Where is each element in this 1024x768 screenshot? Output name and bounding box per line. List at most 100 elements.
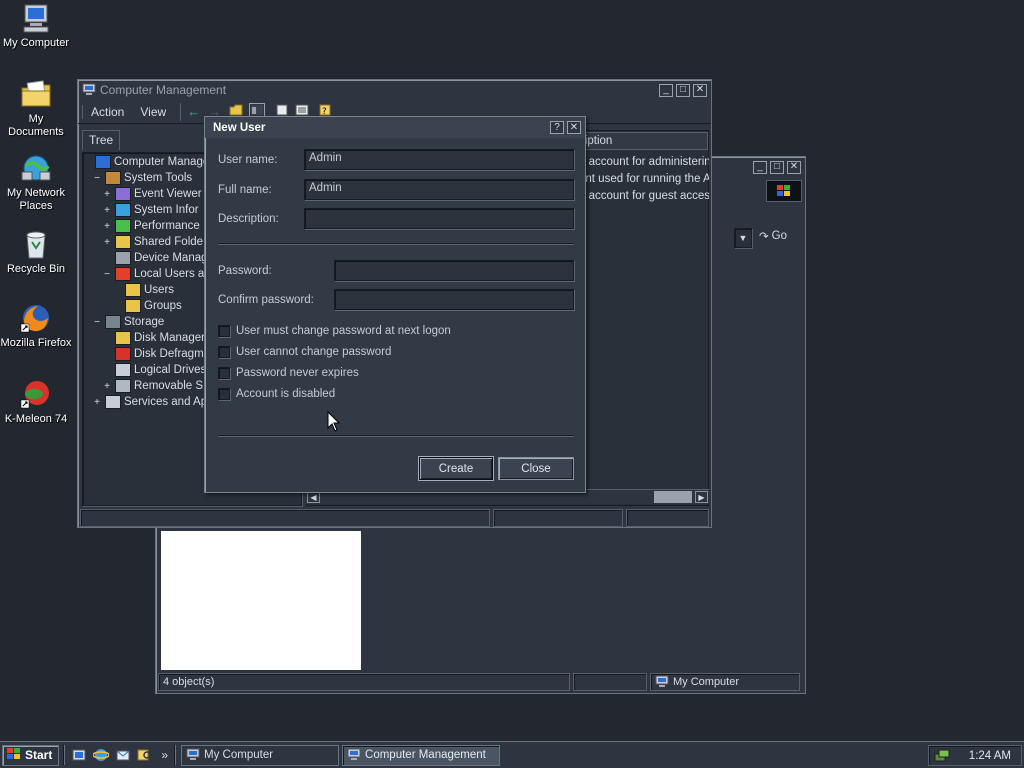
desktop-icon-my-documents[interactable]: My Documents — [0, 78, 72, 139]
cm-title: Computer Management — [100, 83, 227, 97]
description-cell: n account for administerin — [579, 156, 709, 168]
checkbox[interactable] — [218, 367, 230, 379]
tools-icon — [105, 171, 121, 185]
desktop-icon-my-computer[interactable]: My Computer — [0, 2, 72, 50]
go-label: Go — [771, 230, 787, 242]
removable-icon — [115, 379, 131, 393]
checkbox-must-change-password[interactable]: User must change password at next logon — [218, 325, 451, 337]
username-field[interactable]: Admin — [304, 149, 574, 170]
folder-icon — [125, 283, 141, 297]
computer-icon — [95, 155, 111, 169]
password-field[interactable] — [334, 260, 574, 281]
clock[interactable]: 1:24 AM — [969, 750, 1011, 762]
close-button[interactable]: ✕ — [787, 160, 801, 174]
address-dropdown-button[interactable]: ▼ — [734, 228, 752, 248]
internet-explorer-icon[interactable] — [92, 747, 111, 763]
scroll-right-button[interactable]: ▶ — [695, 491, 708, 503]
create-button[interactable]: Create — [419, 457, 493, 480]
expand-icon[interactable]: + — [102, 237, 112, 248]
search-icon[interactable] — [137, 747, 155, 763]
desktop-icon-label: Recycle Bin — [6, 263, 66, 275]
computer-icon — [186, 748, 200, 763]
mouse-cursor-icon — [327, 410, 341, 436]
help-button[interactable]: ? — [550, 121, 564, 134]
new-user-dialog[interactable]: New User ? ✕ User name: Admin Full name:… — [204, 116, 586, 493]
close-button[interactable]: Close — [498, 457, 574, 480]
checkbox[interactable] — [218, 388, 230, 400]
quicklaunch-more-icon[interactable]: » — [161, 748, 168, 762]
toolbar-separator — [180, 102, 182, 121]
checkbox-account-disabled[interactable]: Account is disabled — [218, 388, 335, 400]
dialog-titlebar[interactable]: New User ? ✕ — [205, 117, 585, 138]
desktop-icon-my-network-places[interactable]: My Network Places — [0, 152, 72, 213]
menu-view[interactable]: View — [132, 105, 174, 119]
status-empty-cell — [573, 673, 647, 691]
users-icon — [115, 267, 131, 281]
collapse-icon[interactable]: − — [102, 269, 112, 280]
desktop-icon-recycle-bin[interactable]: Recycle Bin — [0, 228, 72, 276]
desktop-icon-k-meleon[interactable]: K-Meleon 74 — [0, 378, 72, 426]
description-list: n account for administerin unt used for … — [579, 154, 709, 205]
computer-management-icon — [82, 83, 96, 98]
cm-titlebar[interactable]: Computer Management _ □ ✕ — [78, 80, 711, 100]
tree-item-label: System Infor — [134, 204, 199, 216]
checkbox[interactable] — [218, 325, 230, 337]
maximize-button[interactable]: □ — [676, 83, 690, 97]
back-arrow-icon[interactable]: ← — [187, 104, 200, 119]
tab-tree[interactable]: Tree — [82, 130, 121, 150]
dialog-close-button[interactable]: ✕ — [567, 121, 581, 134]
folder-icon — [20, 78, 52, 110]
network-icon — [20, 152, 52, 184]
firefox-icon — [20, 302, 52, 334]
chevron-down-icon: ▼ — [738, 233, 748, 243]
task-label: Computer Management — [365, 749, 486, 761]
desktop-icon-label: My Computer — [2, 37, 70, 49]
start-button[interactable]: Start — [2, 744, 60, 766]
expand-icon[interactable]: + — [102, 205, 112, 216]
scroll-thumb[interactable] — [654, 491, 692, 503]
tree-item-label: Disk Manager — [134, 332, 205, 344]
system-info-icon — [115, 203, 131, 217]
collapse-icon[interactable]: − — [92, 317, 102, 328]
minimize-button[interactable]: _ — [659, 83, 673, 97]
checkbox-cannot-change-password[interactable]: User cannot change password — [218, 346, 391, 358]
username-label: User name: — [218, 154, 278, 166]
event-viewer-icon — [115, 187, 131, 201]
expand-icon[interactable]: + — [102, 381, 112, 392]
go-button[interactable]: ↷ Go — [759, 229, 787, 243]
desktop-icon-label: Mozilla Firefox — [0, 337, 72, 349]
shared-folder-icon — [115, 235, 131, 249]
expand-icon[interactable]: + — [102, 189, 112, 200]
minimize-button[interactable]: _ — [753, 160, 767, 174]
computer-icon — [655, 675, 669, 690]
services-icon — [105, 395, 121, 409]
collapse-icon[interactable]: − — [92, 173, 102, 184]
desktop-icon-mozilla-firefox[interactable]: Mozilla Firefox — [0, 302, 72, 350]
expand-icon[interactable]: + — [92, 397, 102, 408]
description-field[interactable] — [304, 208, 574, 229]
confirm-password-field[interactable] — [334, 289, 574, 310]
task-my-computer[interactable]: My Computer — [181, 744, 340, 766]
go-arrow-icon: ↷ — [759, 231, 769, 243]
desktop-icon-label: My Network Places — [6, 187, 66, 212]
recycle-bin-icon — [20, 228, 52, 260]
show-desktop-icon[interactable] — [71, 747, 89, 763]
network-tray-icon[interactable] — [934, 748, 950, 767]
description-column-header[interactable]: ription — [577, 132, 708, 150]
checkbox-label: Password never expires — [236, 367, 359, 379]
explorer-content-pane[interactable] — [161, 531, 361, 670]
confirm-password-label: Confirm password: — [218, 294, 314, 306]
close-button[interactable]: ✕ — [693, 83, 707, 97]
fullname-label: Full name: — [218, 184, 272, 196]
fullname-field[interactable]: Admin — [304, 179, 574, 200]
menu-action[interactable]: Action — [82, 104, 132, 119]
checkbox-password-never-expires[interactable]: Password never expires — [218, 367, 359, 379]
checkbox[interactable] — [218, 346, 230, 358]
defrag-icon — [115, 347, 131, 361]
taskbar: Start » My Computer Computer Management … — [0, 741, 1024, 768]
outlook-express-icon[interactable] — [115, 747, 133, 763]
maximize-button[interactable]: □ — [770, 160, 784, 174]
drive-icon — [115, 363, 131, 377]
task-computer-management[interactable]: Computer Management — [342, 744, 501, 766]
expand-icon[interactable]: + — [102, 221, 112, 232]
